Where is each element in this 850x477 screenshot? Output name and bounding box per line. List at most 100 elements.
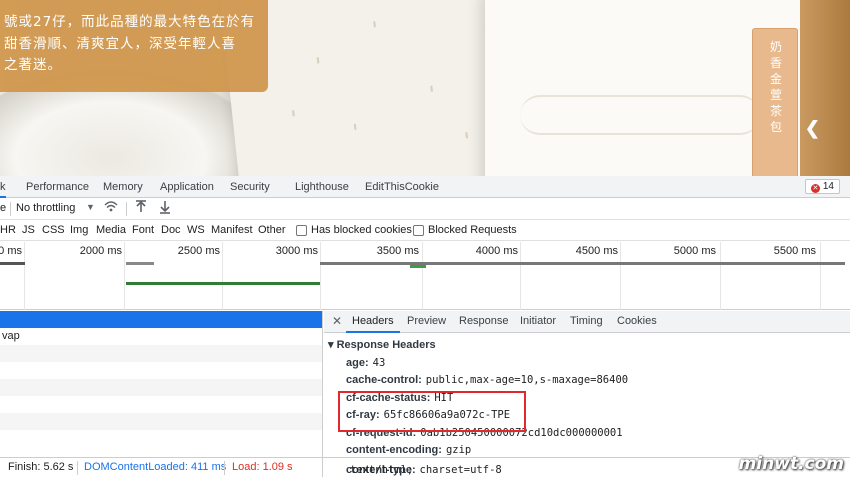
tab-headers[interactable]: Headers [346,311,400,333]
request-row[interactable]: vap [0,328,322,345]
timeline-request-bar [320,262,845,265]
dropdown-caret-icon[interactable]: ▼ [86,202,95,212]
export-har-icon[interactable] [159,200,171,217]
filter-css[interactable]: CSS [42,224,65,236]
error-icon: ✕ [810,184,820,193]
section-title: Response Headers [336,339,436,351]
tick-label: 5000 ms [673,245,716,257]
devtools-tabbar: k Performance Memory Application Securit… [0,176,850,198]
header-value: text/html; charset=utf-8 [350,464,502,476]
network-conditions-icon[interactable] [104,200,118,217]
tick-label: 0 ms [0,245,22,257]
timeline-request-bar [126,262,154,265]
box-ribbon [520,95,760,135]
slider-prev-arrow-icon[interactable]: ❮ [805,118,820,139]
request-list: vap [0,311,323,457]
header-row: age: 43 [346,357,385,369]
banner-caption: 號或27仔，而此品種的最大特色在於有 甜香滑順、清爽宜人，深受年輕人喜 之著迷。 [0,0,268,92]
status-load: Load: 1.09 s [232,461,293,473]
import-har-icon[interactable] [135,200,147,217]
tick-gridline [320,242,321,310]
wood-texture [800,0,850,176]
request-row[interactable] [0,379,322,396]
header-key: age: [346,357,369,369]
disclosure-triangle-icon: ▾ [328,339,334,351]
toolbar-divider [126,202,127,216]
status-divider [224,461,225,475]
filter-ws[interactable]: WS [187,224,205,236]
tick-gridline [520,242,521,310]
request-row[interactable] [0,396,322,413]
request-row[interactable] [0,413,322,430]
type-filter-bar: HR JS CSS Img Media Font Doc WS Manifest… [0,221,850,241]
request-row[interactable] [0,362,322,379]
header-value: 43 [372,357,386,369]
tab-timing[interactable]: Timing [570,311,603,333]
caption-line-2: 甜香滑順、清爽宜人，深受年輕人喜 [4,35,236,52]
tick-gridline [222,242,223,310]
blocked-requests-checkbox[interactable] [413,225,424,236]
filter-img[interactable]: Img [70,224,88,236]
tab-memory[interactable]: Memory [103,176,143,198]
tab-preview[interactable]: Preview [407,311,446,333]
has-blocked-cookies-label: Has blocked cookies [311,224,412,236]
details-tabbar: ✕ Headers Preview Response Initiator Tim… [324,311,850,333]
timeline-request-bar [410,265,426,268]
tea-pack: 奶香金萱茶包 [752,28,798,176]
blocked-requests-label: Blocked Requests [428,224,517,236]
timeline-request-bar [0,262,25,265]
header-value: public,max-age=10,s-maxage=86400 [425,374,629,386]
tab-cookies[interactable]: Cookies [617,311,657,333]
caption-line-1: 號或27仔，而此品種的最大特色在於有 [4,14,256,30]
watermark: minwt.com [738,454,844,474]
has-blocked-cookies-checkbox[interactable] [296,225,307,236]
tick-label: 3500 ms [376,245,419,257]
tick-gridline [620,242,621,310]
tick-label: 4500 ms [575,245,618,257]
tab-security[interactable]: Security [230,176,270,198]
request-row-selected[interactable] [0,311,322,328]
header-value: gzip [445,444,472,456]
filter-xhr[interactable]: HR [0,224,16,236]
filter-js[interactable]: JS [22,224,35,236]
header-key: cache-control: [346,374,422,386]
filter-doc[interactable]: Doc [161,224,181,236]
error-count: 14 [822,181,834,192]
tick-gridline [422,242,423,310]
error-count-badge[interactable]: ✕ 14 [804,179,840,194]
tick-gridline [820,242,821,310]
network-status-bar: Finish: 5.62 s DOMContentLoaded: 411 ms … [0,457,850,477]
status-divider [322,458,323,477]
web-page-banner: 奶香金萱茶包 號或27仔，而此品種的最大特色在於有 甜香滑順、清爽宜人，深受年輕… [0,0,850,176]
network-toolbar: e No throttling ▼ [0,198,850,220]
toolbar-divider [10,202,11,216]
filter-other[interactable]: Other [258,224,286,236]
close-details-icon[interactable]: ✕ [332,314,342,328]
filter-media[interactable]: Media [96,224,126,236]
timeline-request-bar [126,282,320,285]
response-headers-section[interactable]: ▾ Response Headers [328,338,436,351]
annotation-highlight-box [338,391,526,432]
tab-lighthouse[interactable]: Lighthouse [295,176,349,198]
tea-pack-label: 奶香金萱茶包 [769,40,782,134]
tab-editthiscookie[interactable]: EditThisCookie [365,176,439,198]
request-details-panel: ✕ Headers Preview Response Initiator Tim… [324,311,850,457]
status-domcontentloaded: DOMContentLoaded: 411 ms [84,461,227,473]
filter-manifest[interactable]: Manifest [211,224,253,236]
tick-label: 4000 ms [475,245,518,257]
network-timeline-overview[interactable]: 0 ms 2000 ms 2500 ms 3000 ms 3500 ms 400… [0,242,850,310]
tick-label: 3000 ms [275,245,318,257]
request-row[interactable] [0,345,322,362]
toolbar-prefix: e [0,202,7,214]
throttling-select[interactable]: No throttling [16,202,75,214]
tab-application[interactable]: Application [160,176,214,198]
tab-initiator[interactable]: Initiator [520,311,556,333]
tick-gridline [124,242,125,310]
tab-network[interactable]: k [0,176,6,198]
header-key: content-encoding: [346,444,442,456]
tab-response[interactable]: Response [459,311,509,333]
tab-performance[interactable]: Performance [26,176,89,198]
caption-line-3: 之著迷。 [4,57,62,73]
filter-font[interactable]: Font [132,224,154,236]
status-finish: Finish: 5.62 s [8,461,74,473]
